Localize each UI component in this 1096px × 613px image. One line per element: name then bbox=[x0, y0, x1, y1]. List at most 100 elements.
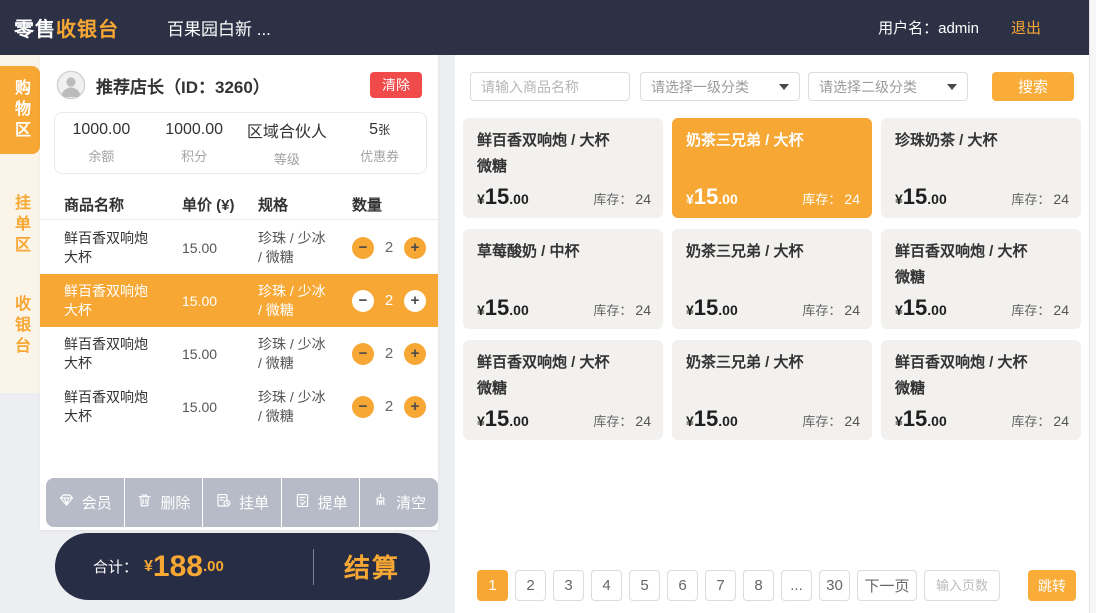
stat-level: 区域合伙人 等级 bbox=[241, 118, 334, 168]
page-button-7[interactable]: 7 bbox=[705, 570, 736, 601]
page-button-30[interactable]: 30 bbox=[819, 570, 850, 601]
jump-button[interactable]: 跳转 bbox=[1028, 570, 1076, 601]
page-button-8[interactable]: 8 bbox=[743, 570, 774, 601]
stock-value: 24 bbox=[844, 302, 860, 318]
cart-item-name: 鲜百香双响炮 大杯 bbox=[64, 282, 182, 320]
delete-button-label: 删除 bbox=[160, 492, 190, 513]
minus-icon[interactable]: − bbox=[352, 290, 374, 312]
hold-order-button-label: 挂单 bbox=[239, 492, 269, 513]
quantity-stepper: − 2 + bbox=[352, 396, 438, 418]
page-number-input[interactable] bbox=[924, 570, 1000, 601]
hold-order-icon bbox=[215, 492, 232, 513]
stock-label: 库存： bbox=[593, 414, 632, 429]
app-title: 零售收银台 bbox=[14, 13, 119, 42]
search-button[interactable]: 搜索 bbox=[992, 72, 1074, 101]
cart-row[interactable]: 鲜百香双响炮 大杯 15.00 珍珠 / 少冰 / 微糖 − 2 + bbox=[40, 221, 438, 274]
product-card[interactable]: 鲜百香双响炮 / 大杯 微糖 ¥15.00库存：24 bbox=[463, 340, 663, 440]
logout-button[interactable]: 退出 bbox=[1011, 17, 1041, 38]
hold-order-button[interactable]: 挂单 bbox=[203, 478, 282, 527]
pickup-order-button[interactable]: 提单 bbox=[282, 478, 361, 527]
clear-cart-button-label: 清空 bbox=[396, 492, 426, 513]
category-level1-placeholder: 请选择一级分类 bbox=[651, 77, 749, 97]
catalog-panel: 请选择一级分类 请选择二级分类 搜索 鲜百香双响炮 / 大杯 微糖 ¥15.00… bbox=[455, 55, 1089, 613]
chevron-down-icon bbox=[779, 84, 789, 90]
total-label: 合计： bbox=[93, 556, 138, 577]
plus-icon[interactable]: + bbox=[404, 237, 426, 259]
category-level2-select[interactable]: 请选择二级分类 bbox=[808, 72, 968, 101]
stock-label: 库存： bbox=[593, 192, 632, 207]
sidebar-tab-shopping-area[interactable]: 购物区 bbox=[0, 66, 40, 154]
page-ellipsis[interactable]: ... bbox=[781, 570, 812, 601]
product-name: 奶茶三兄弟 / 大杯 bbox=[686, 128, 858, 154]
price-int: 15 bbox=[694, 295, 718, 321]
plus-icon[interactable]: + bbox=[404, 343, 426, 365]
stat-points: 1000.00 积分 bbox=[148, 121, 241, 165]
product-name-search-input[interactable] bbox=[470, 72, 630, 101]
product-card[interactable]: 鲜百香双响炮 / 大杯 微糖 ¥15.00库存：24 bbox=[463, 118, 663, 218]
price-currency: ¥ bbox=[895, 413, 903, 429]
quantity-stepper: − 2 + bbox=[352, 343, 438, 365]
stat-balance: 1000.00 余额 bbox=[55, 121, 148, 165]
chevron-down-icon bbox=[947, 84, 957, 90]
vip-diamond-icon bbox=[58, 492, 75, 513]
username-label: 用户名： bbox=[878, 20, 938, 37]
sidebar-tab-held-orders[interactable]: 挂单区 bbox=[0, 181, 40, 269]
plus-icon[interactable]: + bbox=[404, 396, 426, 418]
cart-item-price: 15.00 bbox=[182, 346, 258, 362]
cart-row[interactable]: 鲜百香双响炮 大杯 15.00 珍珠 / 少冰 / 微糖 − 2 + bbox=[40, 380, 438, 433]
col-header-quantity: 数量 bbox=[352, 194, 438, 219]
page-button-5[interactable]: 5 bbox=[629, 570, 660, 601]
cart-row[interactable]: 鲜百香双响炮 大杯 15.00 珍珠 / 少冰 / 微糖 − 2 + bbox=[40, 327, 438, 380]
minus-icon[interactable]: − bbox=[352, 237, 374, 259]
cart-row-selected[interactable]: 鲜百香双响炮 大杯 15.00 珍珠 / 少冰 / 微糖 − 2 + bbox=[40, 274, 438, 327]
price-dec: .00 bbox=[509, 302, 528, 318]
price-currency: ¥ bbox=[686, 302, 694, 318]
page-button-4[interactable]: 4 bbox=[591, 570, 622, 601]
delete-button[interactable]: 删除 bbox=[125, 478, 204, 527]
product-card-selected[interactable]: 奶茶三兄弟 / 大杯 ¥15.00库存：24 bbox=[672, 118, 872, 218]
product-card[interactable]: 奶茶三兄弟 / 大杯 ¥15.00库存：24 bbox=[672, 229, 872, 329]
clear-cart-button[interactable]: 清空 bbox=[360, 478, 438, 527]
scrollbar-track[interactable] bbox=[1089, 0, 1096, 613]
product-card[interactable]: 鲜百香双响炮 / 大杯 微糖 ¥15.00库存：24 bbox=[881, 229, 1081, 329]
price-currency: ¥ bbox=[686, 191, 694, 207]
page-button-6[interactable]: 6 bbox=[667, 570, 698, 601]
member-button[interactable]: 会员 bbox=[46, 478, 125, 527]
app-title-retail: 零售 bbox=[14, 19, 56, 41]
product-card[interactable]: 珍珠奶茶 / 大杯 ¥15.00库存：24 bbox=[881, 118, 1081, 218]
product-name: 奶茶三兄弟 / 大杯 bbox=[686, 350, 858, 376]
plus-icon[interactable]: + bbox=[404, 290, 426, 312]
stat-coupons-value: 5 bbox=[369, 121, 378, 138]
category-level2-placeholder: 请选择二级分类 bbox=[819, 77, 917, 97]
minus-icon[interactable]: − bbox=[352, 396, 374, 418]
price-int: 15 bbox=[485, 184, 509, 210]
sidebar-tab-cashier[interactable]: 收银台 bbox=[0, 282, 40, 370]
page-button-2[interactable]: 2 bbox=[515, 570, 546, 601]
product-card[interactable]: 奶茶三兄弟 / 大杯 ¥15.00库存：24 bbox=[672, 340, 872, 440]
stock-label: 库存： bbox=[802, 303, 841, 318]
store-name: 百果园白新 ... bbox=[167, 15, 271, 40]
price-currency: ¥ bbox=[686, 413, 694, 429]
next-page-button[interactable]: 下一页 bbox=[857, 570, 917, 601]
stock-value: 24 bbox=[635, 302, 651, 318]
price-currency: ¥ bbox=[895, 302, 903, 318]
checkout-button[interactable]: 结算 bbox=[344, 548, 400, 585]
stock-value: 24 bbox=[635, 413, 651, 429]
price-int: 15 bbox=[485, 406, 509, 432]
stat-points-label: 积分 bbox=[148, 146, 241, 165]
minus-icon[interactable]: − bbox=[352, 343, 374, 365]
stat-coupons: 5张 优惠券 bbox=[333, 121, 426, 165]
cart-item-price: 15.00 bbox=[182, 399, 258, 415]
app-title-cashier: 收银台 bbox=[56, 19, 119, 41]
product-name: 草莓酸奶 / 中杯 bbox=[477, 239, 649, 265]
product-card[interactable]: 草莓酸奶 / 中杯 ¥15.00库存：24 bbox=[463, 229, 663, 329]
clear-customer-button[interactable]: 清除 bbox=[370, 72, 422, 98]
product-card[interactable]: 鲜百香双响炮 / 大杯 微糖 ¥15.00库存：24 bbox=[881, 340, 1081, 440]
stock-value: 24 bbox=[1053, 413, 1069, 429]
page-button-1[interactable]: 1 bbox=[477, 570, 508, 601]
pickup-order-button-label: 提单 bbox=[318, 492, 348, 513]
category-level1-select[interactable]: 请选择一级分类 bbox=[640, 72, 800, 101]
cart-rows: 鲜百香双响炮 大杯 15.00 珍珠 / 少冰 / 微糖 − 2 + 鲜百香双响… bbox=[40, 221, 438, 433]
customer-row: 推荐店长（ID：3260） 清除 bbox=[56, 70, 422, 100]
page-button-3[interactable]: 3 bbox=[553, 570, 584, 601]
